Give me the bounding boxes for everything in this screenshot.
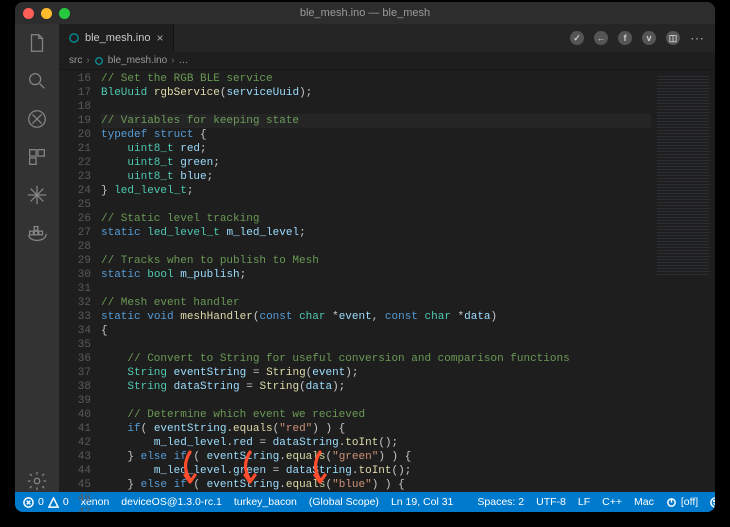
line-number-gutter: 16 17 18 19 20 21 22 23 24 25 26 27 28 2… (59, 70, 101, 492)
error-icon (23, 497, 34, 508)
debug-icon[interactable] (26, 108, 48, 130)
status-bar: 0 0 xenon deviceOS@1.3.0-rc.1 turkey_bac… (15, 492, 715, 512)
docker-icon[interactable] (26, 222, 48, 244)
crumb-src[interactable]: src (69, 55, 82, 66)
action-f-icon[interactable]: f (618, 31, 632, 45)
code-area[interactable]: // Set the RGB BLE serviceBleUuid rgbSer… (101, 70, 651, 492)
extensions-icon[interactable] (26, 146, 48, 168)
status-device-name[interactable]: turkey_bacon (234, 496, 297, 508)
status-power[interactable]: [off] (666, 496, 698, 508)
action-v-icon[interactable]: v (642, 31, 656, 45)
tab-label: ble_mesh.ino (85, 32, 150, 44)
upload-icon[interactable]: ← (594, 31, 608, 45)
chevron-right-icon: › (86, 55, 89, 66)
smiley-icon (710, 497, 715, 508)
split-editor-icon[interactable]: ◫ (666, 31, 680, 45)
status-os[interactable]: Mac (634, 496, 654, 508)
status-device-os[interactable]: deviceOS@1.3.0-rc.1 (121, 496, 222, 508)
status-cursor[interactable]: Ln 19, Col 31 (391, 496, 453, 508)
window-title: ble_mesh.ino — ble_mesh (15, 7, 715, 19)
minimap[interactable] (651, 70, 715, 492)
explorer-icon[interactable] (26, 32, 48, 54)
verify-icon[interactable]: ✓ (570, 31, 584, 45)
status-eol[interactable]: LF (578, 496, 590, 508)
close-window-button[interactable] (23, 8, 34, 19)
search-icon[interactable] (26, 70, 48, 92)
settings-gear-icon[interactable] (26, 470, 48, 492)
power-icon (666, 497, 677, 508)
status-problems[interactable]: 0 0 (23, 496, 69, 508)
minimize-window-button[interactable] (41, 8, 52, 19)
activity-bar (15, 24, 59, 492)
tab-ble-mesh[interactable]: ble_mesh.ino × (59, 24, 174, 52)
status-feedback[interactable] (710, 497, 715, 508)
status-indent[interactable]: Spaces: 2 (477, 496, 524, 508)
editor-tabs: ble_mesh.ino × ✓ ← f v ◫ ⋯ (59, 24, 715, 52)
particle-icon[interactable] (26, 184, 48, 206)
app-window: ble_mesh.ino — ble_mesh ble_mesh.ino × (15, 2, 715, 512)
more-actions-icon[interactable]: ⋯ (690, 30, 705, 47)
status-language[interactable]: C++ (602, 496, 622, 508)
crumb-file[interactable]: ble_mesh.ino (108, 55, 167, 66)
window-controls (23, 8, 70, 19)
arduino-file-icon (94, 56, 104, 66)
breadcrumbs[interactable]: src › ble_mesh.ino › … (59, 52, 715, 70)
tab-actions: ✓ ← f v ◫ ⋯ (570, 24, 715, 52)
warning-icon (48, 497, 59, 508)
arduino-file-icon (69, 33, 79, 43)
maximize-window-button[interactable] (59, 8, 70, 19)
status-scope[interactable]: (Global Scope) (309, 496, 379, 508)
status-encoding[interactable]: UTF-8 (536, 496, 566, 508)
crumb-symbol[interactable]: … (179, 55, 189, 66)
tab-close-icon[interactable]: × (156, 31, 163, 45)
editor[interactable]: 16 17 18 19 20 21 22 23 24 25 26 27 28 2… (59, 70, 715, 492)
titlebar: ble_mesh.ino — ble_mesh (15, 2, 715, 24)
chevron-right-icon: › (171, 55, 174, 66)
